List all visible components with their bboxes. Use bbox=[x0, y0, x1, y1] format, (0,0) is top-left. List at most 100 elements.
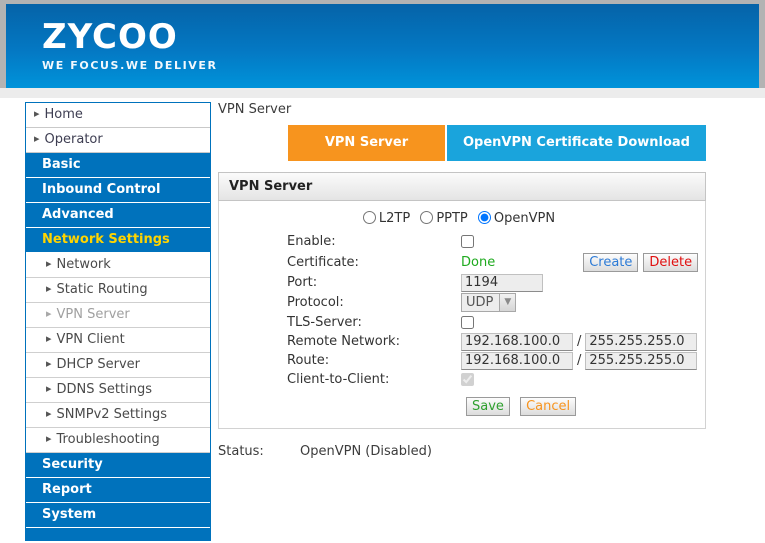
sidebar-item-label: SNMPv2 Settings bbox=[57, 407, 167, 422]
status-label: Status: bbox=[218, 444, 300, 459]
chevron-right-icon bbox=[46, 307, 57, 322]
tab-openvpn-certificate-download[interactable]: OpenVPN Certificate Download bbox=[447, 125, 706, 161]
panel-title: VPN Server bbox=[218, 172, 706, 201]
enable-checkbox[interactable] bbox=[461, 235, 474, 248]
sidebar-item-label: Network Settings bbox=[42, 232, 170, 247]
sidebar-item-operator[interactable]: Operator bbox=[26, 128, 210, 153]
chevron-right-icon bbox=[46, 257, 57, 272]
tab-bar: VPN Server OpenVPN Certificate Download bbox=[288, 125, 706, 161]
slash-separator: / bbox=[577, 334, 581, 349]
sidebar-item-system[interactable]: System bbox=[26, 503, 210, 528]
sidebar-item-label: Basic bbox=[42, 157, 81, 172]
port-row: Port: bbox=[219, 273, 705, 292]
sidebar-item-label: Static Routing bbox=[57, 282, 148, 297]
status-line: Status: OpenVPN (Disabled) bbox=[218, 444, 706, 459]
remote-network-row: Remote Network: / bbox=[219, 332, 705, 351]
protocol-label: Protocol: bbox=[287, 295, 461, 310]
top-banner: ZYCOO WE FOCUS.WE DELIVER bbox=[6, 4, 759, 88]
sidebar-item-static-routing[interactable]: Static Routing bbox=[26, 278, 210, 303]
save-button[interactable]: Save bbox=[466, 397, 510, 416]
window-frame: ZYCOO WE FOCUS.WE DELIVER bbox=[0, 0, 765, 88]
form-actions: Save Cancel bbox=[219, 397, 705, 416]
sidebar-item-label: Advanced bbox=[42, 207, 114, 222]
sidebar-item-basic[interactable]: Basic bbox=[26, 153, 210, 178]
radio-l2tp-label: L2TP bbox=[379, 211, 410, 226]
route-ip-input[interactable] bbox=[461, 352, 573, 370]
sidebar-item-label: Security bbox=[42, 457, 103, 472]
radio-l2tp[interactable]: L2TP bbox=[363, 211, 410, 226]
tls-server-label: TLS-Server: bbox=[287, 315, 461, 330]
chevron-right-icon bbox=[46, 357, 57, 372]
tls-server-row: TLS-Server: bbox=[219, 313, 705, 332]
sidebar-item-partial bbox=[26, 528, 210, 540]
certificate-label: Certificate: bbox=[287, 255, 461, 270]
radio-pptp-input[interactable] bbox=[420, 211, 433, 224]
sidebar-item-label: DHCP Server bbox=[57, 357, 140, 372]
vpn-type-radio-group: L2TP PPTP OpenVPN bbox=[219, 208, 705, 232]
radio-openvpn-input[interactable] bbox=[478, 211, 491, 224]
sidebar-item-advanced[interactable]: Advanced bbox=[26, 203, 210, 228]
radio-openvpn-label: OpenVPN bbox=[494, 211, 555, 226]
banner-divider bbox=[0, 88, 765, 98]
sidebar-item-snmpv2-settings[interactable]: SNMPv2 Settings bbox=[26, 403, 210, 428]
remote-network-ip-input[interactable] bbox=[461, 333, 573, 351]
vpn-server-form: L2TP PPTP OpenVPN Enable: Certificate: D… bbox=[218, 201, 706, 429]
sidebar-item-label: Troubleshooting bbox=[57, 432, 160, 447]
enable-label: Enable: bbox=[287, 234, 461, 249]
route-mask-input[interactable] bbox=[585, 352, 697, 370]
delete-button[interactable]: Delete bbox=[643, 253, 698, 272]
remote-network-mask-input[interactable] bbox=[585, 333, 697, 351]
slash-separator: / bbox=[577, 353, 581, 368]
create-button[interactable]: Create bbox=[583, 253, 638, 272]
client-to-client-label: Client-to-Client: bbox=[287, 372, 461, 387]
chevron-right-icon bbox=[46, 382, 57, 397]
certificate-row: Certificate: Done Create Delete bbox=[219, 251, 705, 273]
chevron-right-icon bbox=[46, 282, 57, 297]
page-title: VPN Server bbox=[218, 102, 706, 117]
sidebar-item-vpn-client[interactable]: VPN Client bbox=[26, 328, 210, 353]
radio-pptp-label: PPTP bbox=[436, 211, 467, 226]
sidebar-item-vpn-server[interactable]: VPN Server bbox=[26, 303, 210, 328]
radio-openvpn[interactable]: OpenVPN bbox=[478, 211, 555, 226]
radio-l2tp-input[interactable] bbox=[363, 211, 376, 224]
sidebar-item-dhcp-server[interactable]: DHCP Server bbox=[26, 353, 210, 378]
radio-pptp[interactable]: PPTP bbox=[420, 211, 467, 226]
sidebar-item-label: VPN Server bbox=[57, 307, 130, 322]
sidebar-item-ddns-settings[interactable]: DDNS Settings bbox=[26, 378, 210, 403]
protocol-select[interactable]: UDP ▼ bbox=[461, 293, 516, 312]
logo-tagline: WE FOCUS.WE DELIVER bbox=[42, 59, 218, 72]
sidebar-item-label: DDNS Settings bbox=[57, 382, 152, 397]
sidebar-nav: Home Operator Basic Inbound Control Adva… bbox=[25, 102, 211, 541]
status-value: OpenVPN (Disabled) bbox=[300, 444, 432, 459]
tab-vpn-server[interactable]: VPN Server bbox=[288, 125, 445, 161]
main-content: VPN Server VPN Server OpenVPN Certificat… bbox=[218, 102, 706, 459]
sidebar-item-troubleshooting[interactable]: Troubleshooting bbox=[26, 428, 210, 453]
sidebar-item-network[interactable]: Network bbox=[26, 253, 210, 278]
sidebar-item-inbound-control[interactable]: Inbound Control bbox=[26, 178, 210, 203]
logo-wordmark: ZYCOO bbox=[42, 18, 218, 56]
sidebar-item-security[interactable]: Security bbox=[26, 453, 210, 478]
client-to-client-row: Client-to-Client: bbox=[219, 370, 705, 389]
client-to-client-checkbox bbox=[461, 373, 474, 386]
port-input[interactable] bbox=[461, 274, 543, 292]
sidebar-item-label: Report bbox=[42, 482, 92, 497]
chevron-right-icon bbox=[46, 432, 57, 447]
sidebar-item-label: VPN Client bbox=[57, 332, 125, 347]
chevron-right-icon bbox=[46, 407, 57, 422]
sidebar-item-label: Inbound Control bbox=[42, 182, 160, 197]
chevron-right-icon bbox=[34, 132, 45, 147]
protocol-row: Protocol: UDP ▼ bbox=[219, 292, 705, 313]
sidebar-item-report[interactable]: Report bbox=[26, 478, 210, 503]
chevron-right-icon bbox=[34, 107, 45, 122]
chevron-down-icon: ▼ bbox=[499, 294, 515, 311]
sidebar-item-network-settings[interactable]: Network Settings bbox=[26, 228, 210, 253]
sidebar-item-label: Network bbox=[57, 257, 111, 272]
sidebar-item-label: Operator bbox=[45, 132, 103, 147]
sidebar-item-label: Home bbox=[45, 107, 83, 122]
remote-network-label: Remote Network: bbox=[287, 334, 461, 349]
cancel-button[interactable]: Cancel bbox=[520, 397, 576, 416]
sidebar-item-home[interactable]: Home bbox=[26, 103, 210, 128]
chevron-right-icon bbox=[46, 332, 57, 347]
enable-row: Enable: bbox=[219, 232, 705, 251]
tls-server-checkbox[interactable] bbox=[461, 316, 474, 329]
